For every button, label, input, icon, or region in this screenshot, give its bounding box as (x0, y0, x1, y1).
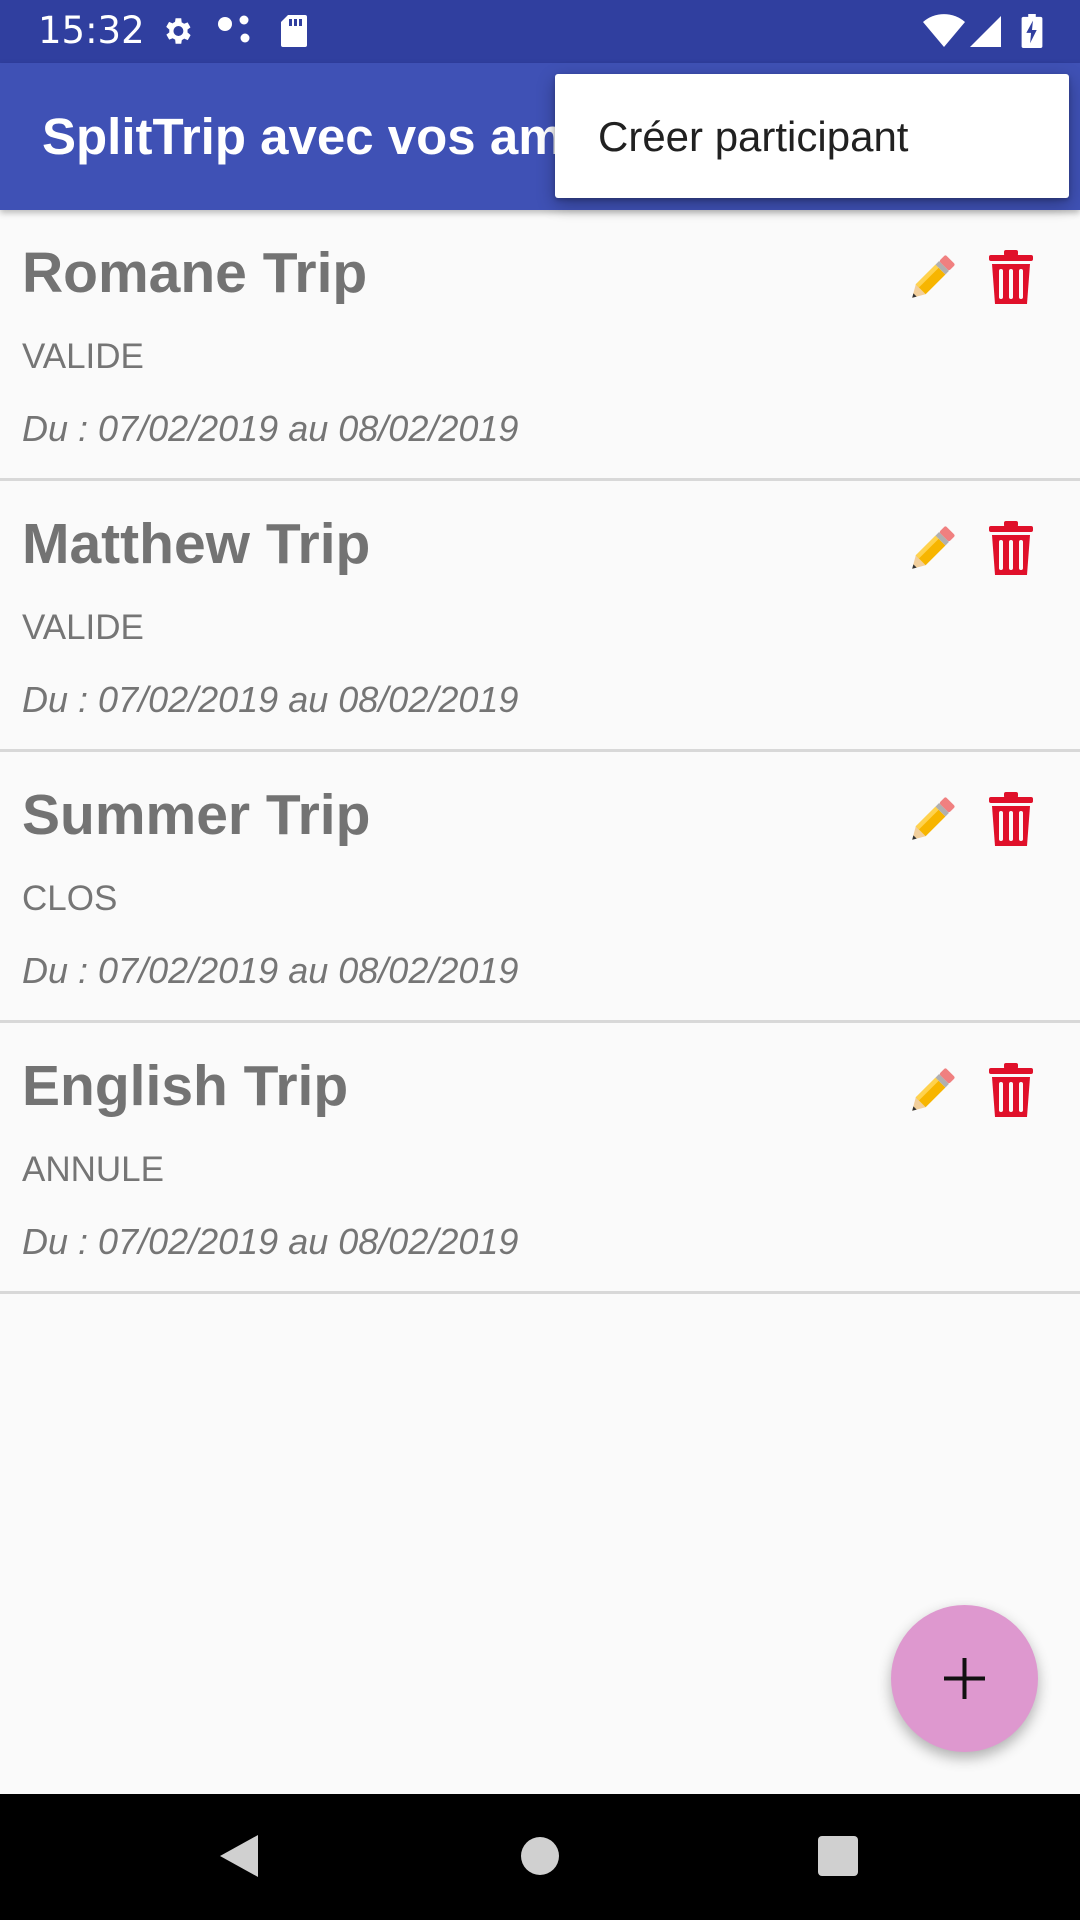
sd-card-icon (281, 15, 307, 47)
trip-dates: Du : 07/02/2019 au 08/02/2019 (22, 1221, 519, 1262)
trip-dates: Du : 07/02/2019 au 08/02/2019 (22, 679, 519, 720)
menu-item-create-participant[interactable]: Créer participant (598, 112, 908, 162)
link-icon (218, 15, 250, 43)
status-time: 15:32 (38, 9, 145, 52)
gear-icon (166, 18, 191, 44)
trip-list: Romane Trip VALIDE Du : 07/02/2019 au 08… (0, 210, 1080, 1294)
pencil-icon[interactable] (902, 1061, 962, 1121)
trip-name: Matthew Trip (22, 512, 371, 576)
trip-dates: Du : 07/02/2019 au 08/02/2019 (22, 408, 519, 449)
add-trip-fab[interactable] (891, 1605, 1038, 1752)
trash-icon[interactable] (988, 1063, 1034, 1119)
app-title: SplitTrip avec vos amis (42, 108, 607, 165)
trip-item[interactable]: Summer Trip CLOS Du : 07/02/2019 au 08/0… (0, 752, 1080, 1023)
trip-name: English Trip (22, 1054, 349, 1118)
trip-status: VALIDE (22, 337, 144, 376)
trash-icon[interactable] (988, 521, 1034, 577)
battery-charging-icon (1021, 14, 1043, 48)
trip-name: Romane Trip (22, 241, 368, 305)
back-icon[interactable] (216, 1831, 262, 1881)
plus-icon (944, 1658, 985, 1699)
home-icon[interactable] (520, 1831, 560, 1881)
trip-item[interactable]: English Trip ANNULE Du : 07/02/2019 au 0… (0, 1023, 1080, 1294)
pencil-icon[interactable] (902, 790, 962, 850)
trip-status: VALIDE (22, 608, 144, 647)
recents-icon[interactable] (816, 1831, 860, 1881)
trip-name: Summer Trip (22, 783, 371, 847)
signal-icon (970, 16, 1001, 47)
navigation-bar (0, 1794, 1080, 1920)
trip-dates: Du : 07/02/2019 au 08/02/2019 (22, 950, 519, 991)
trip-status: CLOS (22, 879, 118, 918)
pencil-icon[interactable] (902, 519, 962, 579)
trip-status: ANNULE (22, 1150, 164, 1189)
trash-icon[interactable] (988, 792, 1034, 848)
overflow-menu: Créer participant (555, 74, 1069, 198)
trip-item[interactable]: Matthew Trip VALIDE Du : 07/02/2019 au 0… (0, 481, 1080, 752)
wifi-icon (923, 14, 965, 47)
trip-item[interactable]: Romane Trip VALIDE Du : 07/02/2019 au 08… (0, 210, 1080, 481)
status-bar: 15:32 (0, 0, 1080, 63)
pencil-icon[interactable] (902, 248, 962, 308)
trash-icon[interactable] (988, 250, 1034, 306)
